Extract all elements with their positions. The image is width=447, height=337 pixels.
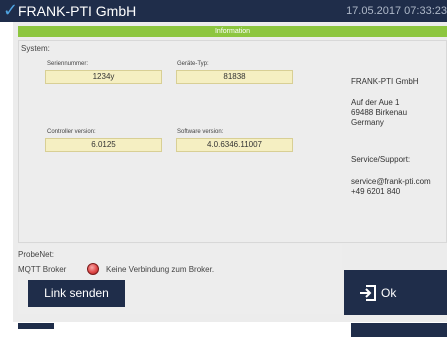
ok-button[interactable]: Ok (344, 270, 447, 315)
controller-version-field: 6.0125 (45, 138, 162, 152)
support-phone: +49 6201 840 (351, 187, 401, 196)
company-address-line1: Auf der Aue 1 (351, 98, 400, 107)
send-link-button[interactable]: Link senden (28, 280, 125, 307)
serial-number-field: 1234y (45, 70, 162, 84)
support-label: Service/Support: (351, 155, 411, 164)
bottom-right-bar (351, 323, 447, 337)
bottom-left-bar (18, 323, 54, 329)
exit-arrow-icon (360, 285, 376, 301)
device-type-label: Geräte-Typ: (177, 61, 209, 67)
connection-status-led-icon (87, 263, 99, 275)
device-type-field: 81838 (176, 70, 293, 84)
support-email: service@frank-pti.com (351, 177, 431, 186)
software-version-field: 4.0.6346.11007 (176, 138, 293, 152)
company-address-line2: 69488 Birkenau (351, 108, 408, 117)
probenet-section-label: ProbeNet: (18, 250, 55, 259)
system-section-label: System: (21, 44, 50, 53)
controller-version-label: Controller version: (47, 129, 96, 135)
ok-button-label: Ok (381, 286, 397, 300)
title-bar: ✓ FRANK-PTI GmbH 17.05.2017 07:33:23 (0, 0, 447, 22)
software-version-label: Software version: (177, 129, 224, 135)
datetime-display: 17.05.2017 07:33:23 (346, 5, 447, 17)
serial-number-label: Seriennummer: (47, 61, 89, 67)
mqtt-broker-label: MQTT Broker (18, 265, 67, 274)
window-title: FRANK-PTI GmbH (18, 3, 137, 19)
checkmark-logo-icon: ✓ (3, 0, 19, 21)
company-name: FRANK-PTI GmbH (351, 77, 419, 86)
connection-status-text: Keine Verbindung zum Broker. (106, 265, 215, 274)
information-bar: Information (18, 26, 447, 37)
company-country: Germany (351, 118, 384, 127)
